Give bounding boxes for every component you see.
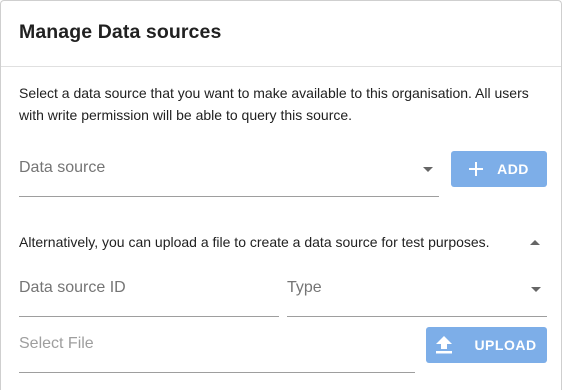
plus-icon [469, 162, 484, 176]
add-button[interactable]: ADD [451, 151, 547, 187]
select-file-placeholder: Select File [19, 335, 94, 352]
data-source-label: Data source [19, 159, 106, 176]
dialog-description: Select a data source that you want to ma… [19, 85, 529, 123]
title-divider [1, 66, 561, 67]
data-source-id-label: Data source ID [19, 279, 126, 296]
dialog-title: Manage Data sources [19, 21, 222, 43]
chevron-down-icon [531, 287, 541, 292]
upload-button-label: UPLOAD [474, 337, 537, 353]
data-source-id-field[interactable]: Data source ID [19, 279, 279, 317]
upload-button[interactable]: UPLOAD [426, 327, 547, 363]
type-label: Type [287, 279, 322, 296]
chevron-up-icon[interactable] [530, 240, 540, 245]
type-select[interactable]: Type [287, 279, 547, 317]
data-source-select[interactable]: Data source [19, 159, 439, 197]
upload-section-text: Alternatively, you can upload a file to … [19, 234, 490, 250]
upload-icon [436, 336, 453, 354]
select-file-field[interactable]: Select File [19, 335, 415, 373]
manage-data-sources-dialog: Manage Data sources Select a data source… [0, 0, 562, 390]
add-button-label: ADD [497, 161, 529, 177]
chevron-down-icon [423, 167, 433, 172]
